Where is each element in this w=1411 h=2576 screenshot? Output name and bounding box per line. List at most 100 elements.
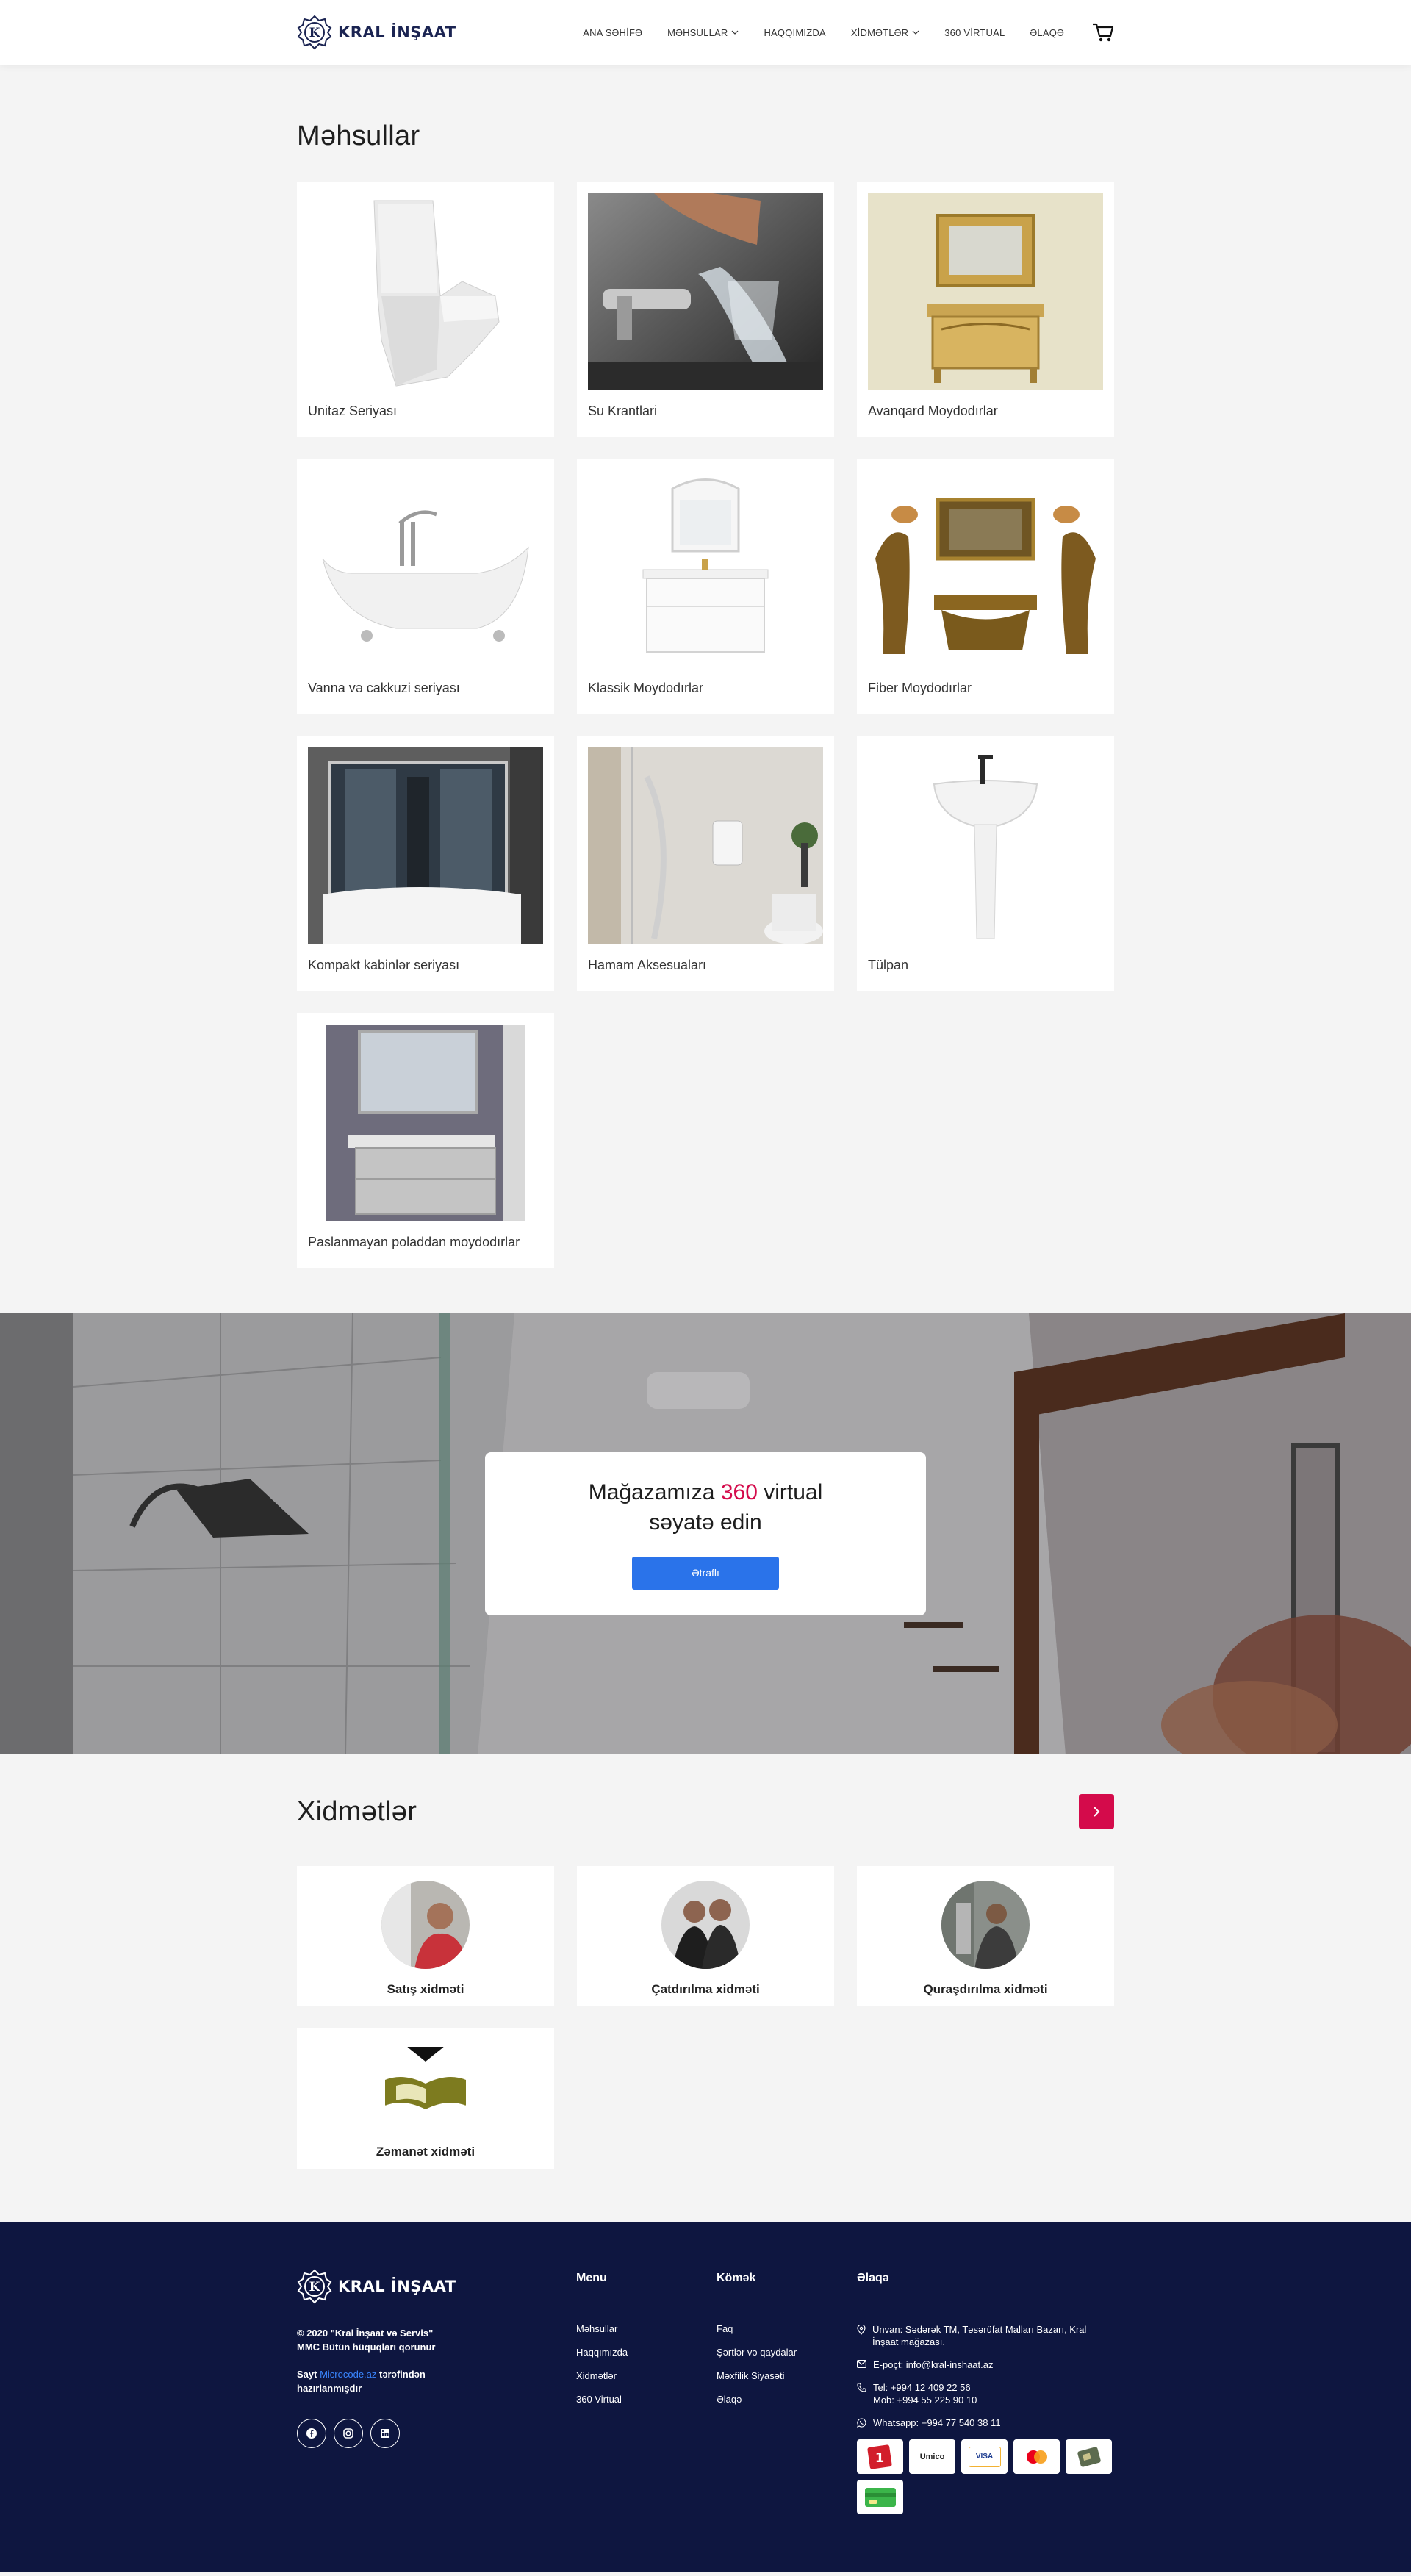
service-card-sales[interactable]: Satış xidməti xyxy=(297,1866,554,2006)
product-card-tulpan[interactable]: Tülpan xyxy=(857,736,1114,991)
product-card-classic[interactable]: Klassik Moydodırlar xyxy=(577,459,834,714)
linkedin-icon[interactable] xyxy=(370,2419,400,2448)
product-card-avangard[interactable]: Avanqard Moydodırlar xyxy=(857,182,1114,437)
footer-menu-item[interactable]: Xidmətlər xyxy=(576,2370,717,2381)
chevron-down-icon xyxy=(912,30,919,35)
product-image-classic xyxy=(588,470,823,667)
footer-menu-item[interactable]: Haqqımızda xyxy=(576,2347,717,2358)
services-grid: Satış xidməti Çatdırılma xidməti Quraşdı… xyxy=(297,1866,1114,2169)
virtual-tour-button[interactable]: Ətraflı xyxy=(632,1557,779,1590)
social-links xyxy=(297,2419,576,2448)
mail-icon xyxy=(857,2360,866,2368)
visa-card-icon: VISA xyxy=(961,2439,1008,2474)
chevron-right-icon xyxy=(1094,1807,1100,1817)
service-image-sales xyxy=(381,1881,470,1969)
brand-name: KRAL İNŞAAT xyxy=(338,24,456,41)
product-image-cabin xyxy=(308,747,543,944)
nav-products[interactable]: MƏHSULLAR xyxy=(667,27,739,38)
services-title: Xidmətlər xyxy=(297,1795,417,1827)
footer-menu-title: Menu xyxy=(576,2272,607,2284)
service-label: Çatdırılma xidməti xyxy=(651,1982,760,1996)
product-name: Klassik Moydodırlar xyxy=(588,681,704,695)
svg-text:K: K xyxy=(309,26,321,40)
product-card-bathtub[interactable]: Vanna və cakkuzi seriyası xyxy=(297,459,554,714)
services-next-button[interactable] xyxy=(1079,1794,1114,1829)
product-card-fiber[interactable]: Fiber Moydodırlar xyxy=(857,459,1114,714)
product-image-accessories xyxy=(588,747,823,944)
product-image-stainless xyxy=(308,1025,543,1221)
product-name: Fiber Moydodırlar xyxy=(868,681,972,695)
product-card-toilet[interactable]: Unitaz Seriyası xyxy=(297,182,554,437)
service-card-installation[interactable]: Quraşdırılma xidməti xyxy=(857,1866,1114,2006)
logo-emblem-icon: K xyxy=(297,2269,332,2304)
service-image-installation xyxy=(941,1881,1030,1969)
site-header: K KRAL İNŞAAT ANA SƏHİFƏ MƏHSULLAR HAQQI… xyxy=(0,0,1411,65)
service-label: Zəmanət xidməti xyxy=(376,2145,475,2159)
product-image-avangard xyxy=(868,193,1103,390)
nav-about[interactable]: HAQQIMIZDA xyxy=(764,27,825,38)
product-image-toilet xyxy=(308,193,543,390)
contact-email[interactable]: E-poçt: info@kral-inshaat.az xyxy=(857,2358,1114,2371)
service-card-delivery[interactable]: Çatdırılma xidməti xyxy=(577,1866,834,2006)
logo-emblem-icon: K xyxy=(297,15,332,50)
product-name: Avanqard Moydodırlar xyxy=(868,403,998,418)
contact-phones[interactable]: Tel: +994 12 409 22 56 Mob: +994 55 225 9… xyxy=(857,2381,1114,2406)
nav-360-virtual[interactable]: 360 VİRTUAL xyxy=(944,27,1005,38)
svg-text:1: 1 xyxy=(875,2450,884,2466)
product-card-faucets[interactable]: Su Krantlari xyxy=(577,182,834,437)
whatsapp-icon xyxy=(857,2418,866,2428)
footer-help-item[interactable]: Faq xyxy=(717,2323,857,2334)
service-image-warranty xyxy=(381,2043,470,2131)
footer-menu-item[interactable]: Məhsullar xyxy=(576,2323,717,2334)
product-card-cabin[interactable]: Kompakt kabinlər seriyası xyxy=(297,736,554,991)
nav-home[interactable]: ANA SƏHİFƏ xyxy=(583,27,642,38)
virtual-tour-card: Mağazamıza 360 virtual səyatə edin Ətraf… xyxy=(485,1452,926,1615)
service-label: Satış xidməti xyxy=(387,1982,464,1996)
mastercard-card-icon xyxy=(1013,2439,1060,2474)
footer-help-item[interactable]: Məxfilik Siyasəti xyxy=(717,2370,857,2381)
cart-icon[interactable] xyxy=(1092,22,1114,43)
contact-whatsapp[interactable]: Whatsapp: +994 77 540 38 11 xyxy=(857,2417,1114,2429)
product-image-bathtub xyxy=(308,470,543,667)
developer-link[interactable]: Microcode.az xyxy=(320,2369,376,2380)
product-image-tulpan xyxy=(868,747,1103,944)
footer-brand-name: KRAL İNŞAAT xyxy=(338,2278,456,2295)
footer-menu-item[interactable]: 360 Virtual xyxy=(576,2394,717,2405)
facebook-icon[interactable] xyxy=(297,2419,326,2448)
product-card-accessories[interactable]: Hamam Aksesuaları xyxy=(577,736,834,991)
footer-logo[interactable]: K KRAL İNŞAAT xyxy=(297,2269,576,2304)
footer-help-title: Kömək xyxy=(717,2272,756,2284)
nav-services[interactable]: XİDMƏTLƏR xyxy=(851,27,919,38)
product-name: Paslanmayan poladdan moydodırlar xyxy=(308,1235,520,1249)
footer-help-item[interactable]: Şərtlər və qaydalar xyxy=(717,2347,857,2358)
footer-help-column: Kömək Faq Şərtlər və qaydalar Məxfilik S… xyxy=(717,2269,857,2514)
product-name: Vanna və cakkuzi seriyası xyxy=(308,681,460,695)
virtual-tour-banner: Mağazamıza 360 virtual səyatə edin Ətraf… xyxy=(0,1313,1411,1754)
service-card-warranty[interactable]: Zəmanət xidməti xyxy=(297,2028,554,2169)
gift-card-icon xyxy=(1066,2439,1112,2474)
products-grid: Unitaz Seriyası Su Krantlari Avanqard Mo… xyxy=(297,182,1114,1268)
nav-contact[interactable]: ƏLAQƏ xyxy=(1030,27,1064,38)
main-nav: ANA SƏHİFƏ MƏHSULLAR HAQQIMIZDA XİDMƏTLƏ… xyxy=(583,22,1114,43)
service-image-delivery xyxy=(661,1881,750,1969)
brand-logo[interactable]: K KRAL İNŞAAT xyxy=(297,15,456,50)
product-image-fiber xyxy=(868,470,1103,667)
footer-help-item[interactable]: Əlaqə xyxy=(717,2394,857,2405)
virtual-tour-title: Mağazamıza 360 virtual səyatə edin xyxy=(588,1480,823,1535)
phone-icon xyxy=(857,2383,866,2392)
umico-card-icon: Umico xyxy=(909,2439,955,2474)
payment-methods: 1 Umico VISA xyxy=(857,2439,1114,2514)
product-name: Su Krantlari xyxy=(588,403,658,418)
chevron-down-icon xyxy=(732,30,739,35)
footer-brand-column: K KRAL İNŞAAT © 2020 "Kral İnşaat və Ser… xyxy=(297,2269,576,2514)
footer-copyright: © 2020 "Kral İnşaat və Servis" MMC Bütün… xyxy=(297,2328,436,2353)
products-title: Məhsullar xyxy=(297,121,420,151)
product-name: Tülpan xyxy=(868,958,909,972)
instagram-icon[interactable] xyxy=(334,2419,363,2448)
product-card-stainless[interactable]: Paslanmayan poladdan moydodırlar xyxy=(297,1013,554,1268)
location-pin-icon xyxy=(857,2325,866,2335)
footer-contact-title: Əlaqə xyxy=(857,2272,889,2284)
product-image-faucets xyxy=(588,193,823,390)
site-footer: K KRAL İNŞAAT © 2020 "Kral İnşaat və Ser… xyxy=(0,2222,1411,2572)
product-name: Hamam Aksesuaları xyxy=(588,958,707,972)
